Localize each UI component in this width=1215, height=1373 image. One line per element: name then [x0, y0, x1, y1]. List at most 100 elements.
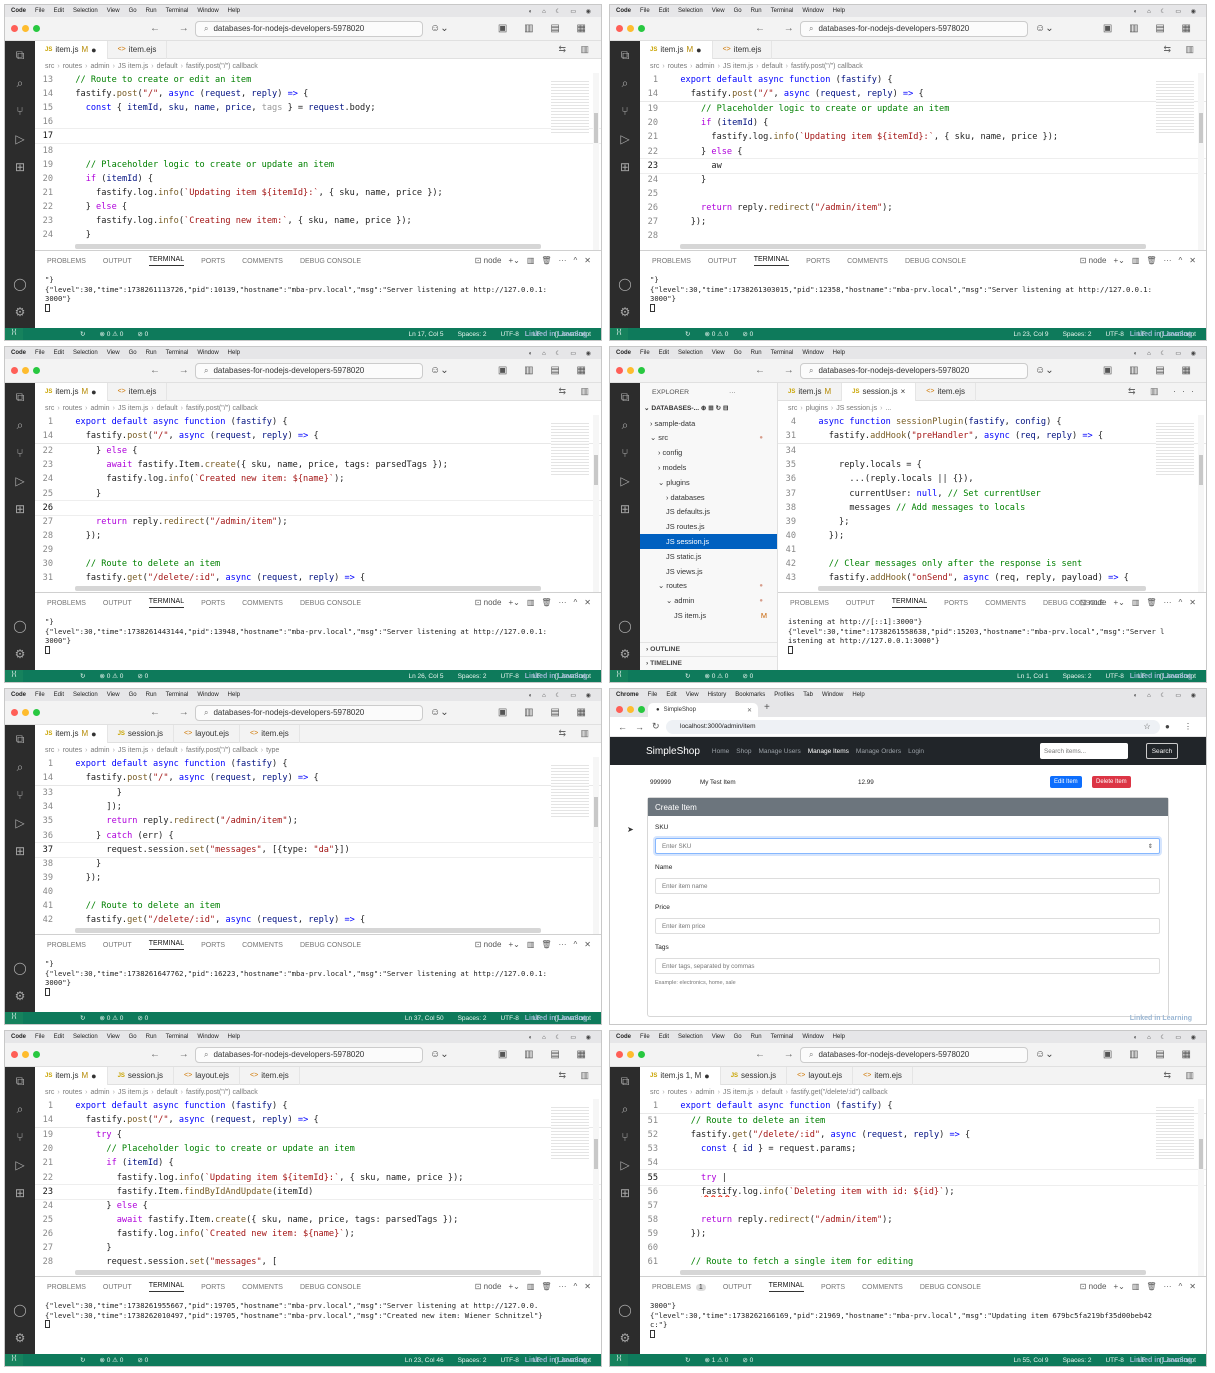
source-control-icon[interactable]: ⑂ — [12, 445, 28, 461]
menubar-item[interactable]: Edit — [659, 350, 669, 356]
maximize-panel-icon[interactable]: ^ — [574, 598, 578, 607]
menubar-app-name[interactable]: Code — [11, 350, 26, 356]
menubar-item[interactable]: Help — [833, 8, 845, 14]
menubar-item[interactable]: View — [712, 350, 725, 356]
sync-icon[interactable]: ↻ — [80, 1014, 85, 1022]
menubar-item[interactable]: Terminal — [166, 8, 189, 14]
terminal-selector[interactable]: ⊡ node — [475, 598, 502, 607]
nav-back-forward-arrows[interactable]: ← → — [755, 365, 802, 376]
terminal-output[interactable]: "} {"level":30,"time":1738261443144,"pid… — [35, 613, 601, 656]
close-window-button[interactable] — [616, 25, 623, 32]
remote-indicator-icon[interactable]: ⟩⟨ — [5, 328, 23, 340]
editor-actions-icons[interactable]: ⇆ ▥ — [1163, 1070, 1200, 1081]
terminal-output[interactable]: istening at http://[::1]:3000"} {"level"… — [778, 613, 1206, 656]
command-center-search[interactable]: ⌕ databases-for-nodejs-developers-5978020 — [195, 20, 423, 37]
menubar-item[interactable]: Help — [228, 350, 240, 356]
breadcrumb-item[interactable]: src — [45, 405, 54, 412]
breadcrumb-item[interactable]: JS session.js — [836, 405, 877, 412]
editor-tab[interactable]: JS item.js M ● — [35, 40, 108, 59]
breadcrumb-item[interactable]: src — [788, 405, 797, 412]
breadcrumb-item[interactable]: JS item.js — [118, 405, 148, 412]
menubar-item[interactable]: Go — [734, 1034, 742, 1040]
panel-tab-comments[interactable]: COMMENTS — [847, 258, 888, 265]
new-terminal-icon[interactable]: +⌄ — [1113, 598, 1124, 607]
status-item[interactable]: ⊗ 0 ⚠ 0 — [99, 1356, 123, 1364]
status-item[interactable]: Ln 37, Col 50 — [405, 1015, 444, 1022]
explorer-tree-item[interactable]: JS static.js — [640, 549, 777, 564]
menubar-item[interactable]: Selection — [73, 350, 98, 356]
editor-tab[interactable]: <> item.ejs — [853, 1066, 913, 1085]
explorer-tree-item[interactable]: JS views.js — [640, 564, 777, 579]
files-icon[interactable]: ⧉ — [617, 1073, 633, 1089]
menubar-item[interactable]: Help — [833, 1034, 845, 1040]
close-panel-icon[interactable]: ✕ — [584, 940, 591, 949]
editor-tab[interactable]: JS item.js M ● — [640, 40, 713, 59]
editor-tab[interactable]: <> layout.ejs — [174, 1066, 241, 1085]
editor-vertical-scrollbar[interactable] — [593, 415, 599, 592]
shop-search-input[interactable]: Search items... — [1040, 743, 1128, 759]
sync-icon[interactable]: ↻ — [80, 330, 85, 338]
minimize-window-button[interactable] — [627, 367, 634, 374]
sync-icon[interactable]: ↻ — [80, 672, 85, 680]
status-item[interactable]: ⊘ 0 — [742, 330, 753, 338]
code-editor[interactable]: 1 export default async function (fastify… — [640, 73, 1206, 250]
menubar-item[interactable]: Run — [751, 1034, 762, 1040]
nav-back-forward-arrows[interactable]: ← → — [150, 1049, 197, 1060]
remote-indicator-icon[interactable]: ⟩⟨ — [610, 1354, 628, 1366]
menubar-item[interactable]: Terminal — [166, 350, 189, 356]
tab-close-icon[interactable]: × — [901, 387, 906, 396]
explorer-tree-item[interactable]: JS item.js M — [640, 608, 777, 623]
editor-tab[interactable]: JS item.js M ● — [35, 1066, 108, 1085]
panel-tab-ports[interactable]: PORTS — [201, 942, 225, 949]
source-control-icon[interactable]: ⑂ — [617, 103, 633, 119]
panel-tab-debug-console[interactable]: DEBUG CONSOLE — [920, 1284, 981, 1291]
close-panel-icon[interactable]: ✕ — [584, 598, 591, 607]
explorer-tree-item[interactable]: JS session.js — [640, 534, 777, 549]
panel-tab-output[interactable]: OUTPUT — [103, 600, 132, 607]
menubar-item[interactable]: File — [35, 1034, 45, 1040]
status-item[interactable]: UTF-8 — [1105, 673, 1123, 680]
breadcrumb-item[interactable]: admin — [91, 1089, 110, 1096]
menubar-item[interactable]: Go — [129, 8, 137, 14]
menubar-item[interactable]: File — [640, 1034, 650, 1040]
menubar-item[interactable]: Go — [129, 1034, 137, 1040]
editor-actions-icons[interactable]: ⇆ ▥ ··· — [1128, 386, 1200, 397]
panel-tab-problems[interactable]: PROBLEMS — [47, 1284, 86, 1291]
close-panel-icon[interactable]: ✕ — [1189, 598, 1196, 607]
files-icon[interactable]: ⧉ — [12, 47, 28, 63]
extensions-icon[interactable]: ⊞ — [617, 501, 633, 517]
code-editor[interactable]: 1 export default async function (fastify… — [35, 757, 601, 934]
panel-tab-terminal[interactable]: TERMINAL — [891, 598, 928, 608]
manage-gear-icon[interactable]: ⚙ — [617, 1330, 633, 1346]
menubar-item[interactable]: Run — [146, 350, 157, 356]
files-icon[interactable]: ⧉ — [12, 389, 28, 405]
new-terminal-icon[interactable]: +⌄ — [508, 256, 519, 265]
panel-tab-terminal[interactable]: TERMINAL — [768, 1282, 804, 1292]
explorer-tree-item[interactable]: JS defaults.js — [640, 505, 777, 520]
layout-toggle-icons[interactable]: ▣ ▥ ▤ ▦ — [498, 707, 593, 718]
breadcrumb-item[interactable]: type — [266, 747, 279, 754]
breadcrumb-item[interactable]: src — [45, 63, 54, 70]
close-window-button[interactable] — [11, 709, 18, 716]
menubar-item[interactable]: View — [686, 692, 699, 698]
status-item[interactable]: UTF-8 — [500, 1357, 518, 1364]
terminal-output[interactable]: "} {"level":30,"time":1738261303015,"pid… — [640, 271, 1206, 314]
close-panel-icon[interactable]: ✕ — [1189, 256, 1196, 265]
toolbar-icons[interactable]: ☆ ● ⋮ — [1144, 722, 1198, 731]
more-actions-icon[interactable]: ··· — [1164, 1282, 1172, 1291]
extensions-icon[interactable]: ⊞ — [617, 159, 633, 175]
layout-toggle-icons[interactable]: ▣ ▥ ▤ ▦ — [498, 1049, 593, 1060]
minimap[interactable] — [1156, 421, 1194, 477]
menubar-item[interactable]: Go — [734, 8, 742, 14]
remote-indicator-icon[interactable]: ⟩⟨ — [610, 670, 628, 682]
editor-tab[interactable]: JS session.js × — [842, 382, 917, 401]
search-icon[interactable]: ⌕ — [617, 75, 633, 91]
breadcrumb-item[interactable]: src — [650, 63, 659, 70]
breadcrumb-item[interactable]: src — [45, 747, 54, 754]
editor-horizontal-scrollbar[interactable] — [680, 244, 1146, 249]
remote-indicator-icon[interactable]: ⟩⟨ — [5, 670, 23, 682]
maximize-panel-icon[interactable]: ^ — [574, 940, 578, 949]
status-item[interactable]: ⊘ 0 — [137, 1356, 148, 1364]
editor-actions-icons[interactable]: ⇆ ▥ — [558, 44, 595, 55]
field-sku-input[interactable]: Enter SKU ⇕ — [655, 838, 1160, 854]
